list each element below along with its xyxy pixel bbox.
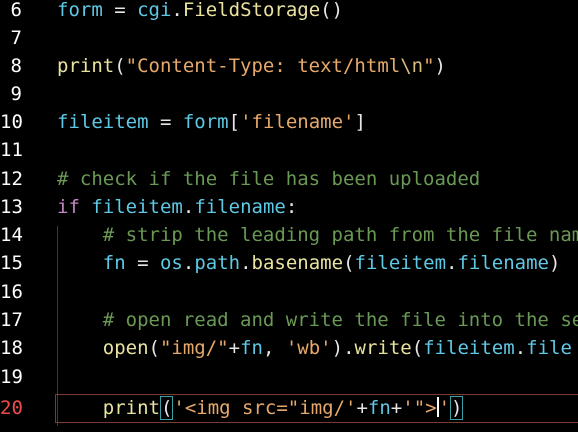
code-editor[interactable]: 6 form = cgi.FieldStorage() 7 8 print("C… <box>0 0 578 432</box>
code-line[interactable]: 17 # open read and write the file into t… <box>0 306 578 334</box>
code-line[interactable]: 10 fileitem = form['filename'] <box>0 108 578 136</box>
line-number: 13 <box>0 196 23 218</box>
code-line[interactable]: 18 open("img/"+fn, 'wb').write(fileitem.… <box>0 334 578 362</box>
active-code-line[interactable]: 20 print('<img src="img/'+fn+'"> ') <box>0 394 578 422</box>
code-line[interactable]: 12 # check if the file has been uploaded <box>0 165 578 193</box>
line-number: 11 <box>0 139 23 161</box>
line-number: 16 <box>0 281 23 303</box>
line-number: 15 <box>0 252 23 274</box>
code-line[interactable]: 6 form = cgi.FieldStorage() <box>0 0 578 24</box>
line-number: 18 <box>0 337 23 359</box>
bracket-match-close: ) <box>450 396 464 420</box>
line-number: 12 <box>0 168 23 190</box>
line-number: 19 <box>0 366 23 388</box>
line-code[interactable]: print('<img src="img/'+fn+'"> ') <box>57 394 464 422</box>
line-code[interactable]: print("Content-Type: text/html\n") <box>57 52 446 80</box>
bracket-match-open: ( <box>159 396 174 420</box>
line-code[interactable]: form = cgi.FieldStorage() <box>57 0 343 24</box>
line-number: 9 <box>10 83 22 105</box>
line-number: 17 <box>0 309 23 331</box>
line-code[interactable]: fn = os.path.basename(fileitem.filename) <box>57 249 561 277</box>
line-code[interactable]: fileitem = form['filename'] <box>57 108 366 136</box>
line-code[interactable]: # open read and write the file into the … <box>57 306 578 334</box>
code-line[interactable]: 7 <box>0 24 578 52</box>
code-line[interactable]: 8 print("Content-Type: text/html\n") <box>0 52 578 80</box>
line-code[interactable]: # strip the leading path from the file n… <box>57 221 578 249</box>
line-number: 10 <box>0 111 23 133</box>
line-number: 7 <box>10 27 22 49</box>
code-line[interactable]: 11 <box>0 136 578 164</box>
code-line[interactable]: 19 <box>0 363 578 391</box>
active-line-number: 20 <box>0 397 23 419</box>
code-line[interactable]: 9 <box>0 80 578 108</box>
code-line[interactable]: 13 if fileitem.filename: <box>0 193 578 221</box>
line-number: 8 <box>10 55 22 77</box>
line-number: 6 <box>10 0 22 21</box>
line-code[interactable]: if fileitem.filename: <box>57 193 297 221</box>
code-line[interactable]: 14 # strip the leading path from the fil… <box>0 221 578 249</box>
line-code[interactable]: # check if the file has been uploaded <box>57 165 480 193</box>
code-line[interactable]: 15 fn = os.path.basename(fileitem.filena… <box>0 249 578 277</box>
line-code[interactable]: open("img/"+fn, 'wb').write(fileitem.fil… <box>57 334 572 362</box>
line-number: 14 <box>0 224 23 246</box>
code-line[interactable]: 16 <box>0 278 578 306</box>
